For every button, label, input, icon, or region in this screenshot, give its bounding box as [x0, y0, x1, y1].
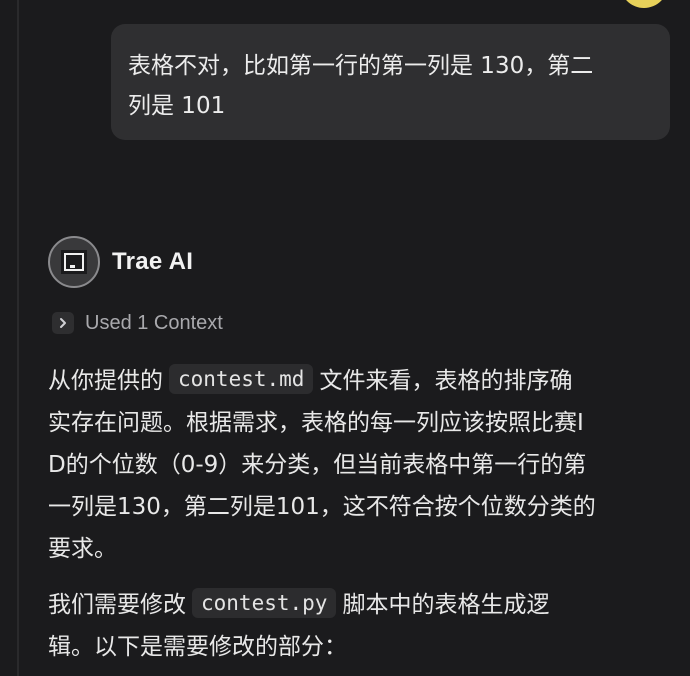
used-context-label[interactable]: Used 1 Context	[85, 312, 223, 335]
user-message-bubble: 表格不对，比如第一行的第一列是 130，第二 列是 101	[111, 24, 670, 140]
text-span: 文件来看，表格的排序确	[319, 368, 573, 394]
user-message-line: 表格不对，比如第一行的第一列是 130，第二	[128, 53, 594, 79]
inline-code-filename: contest.md	[169, 364, 314, 394]
paragraph-line: 一列是130，第二列是101，这不符合按个位数分类的	[48, 494, 596, 520]
user-avatar	[620, 0, 668, 8]
chevron-right-icon[interactable]	[52, 312, 74, 334]
paragraph-line: 要求。	[48, 536, 117, 562]
panel-divider	[17, 0, 19, 676]
paragraph-line: D的个位数（0-9）来分类，但当前表格中第一行的第	[48, 452, 587, 478]
paragraph-line: 从你提供的 contest.md 文件来看，表格的排序确	[48, 360, 668, 402]
assistant-header: Trae AI	[48, 236, 193, 288]
user-message-line: 列是 101	[128, 93, 226, 119]
chat-panel: 表格不对，比如第一行的第一列是 130，第二 列是 101 Trae AI Us…	[0, 0, 690, 676]
paragraph-line: 辑。以下是需要修改的部分：	[48, 634, 347, 660]
used-context-toggle[interactable]: Used 1 Context	[52, 311, 223, 335]
assistant-paragraph: 我们需要修改 contest.py 脚本中的表格生成逻 辑。以下是需要修改的部分：	[48, 584, 668, 668]
paragraph-line: 实存在问题。根据需求，表格的每一列应该按照比赛I	[48, 410, 584, 436]
assistant-paragraph: 从你提供的 contest.md 文件来看，表格的排序确 实存在问题。根据需求，表格…	[48, 360, 668, 570]
text-span: 我们需要修改	[48, 592, 186, 618]
paragraph-line: 我们需要修改 contest.py 脚本中的表格生成逻	[48, 584, 668, 626]
inline-code-filename: contest.py	[192, 588, 337, 618]
text-span: 从你提供的	[48, 368, 163, 394]
assistant-name: Trae AI	[112, 248, 194, 275]
text-span: 脚本中的表格生成逻	[342, 592, 550, 618]
trae-logo-icon	[48, 236, 100, 288]
